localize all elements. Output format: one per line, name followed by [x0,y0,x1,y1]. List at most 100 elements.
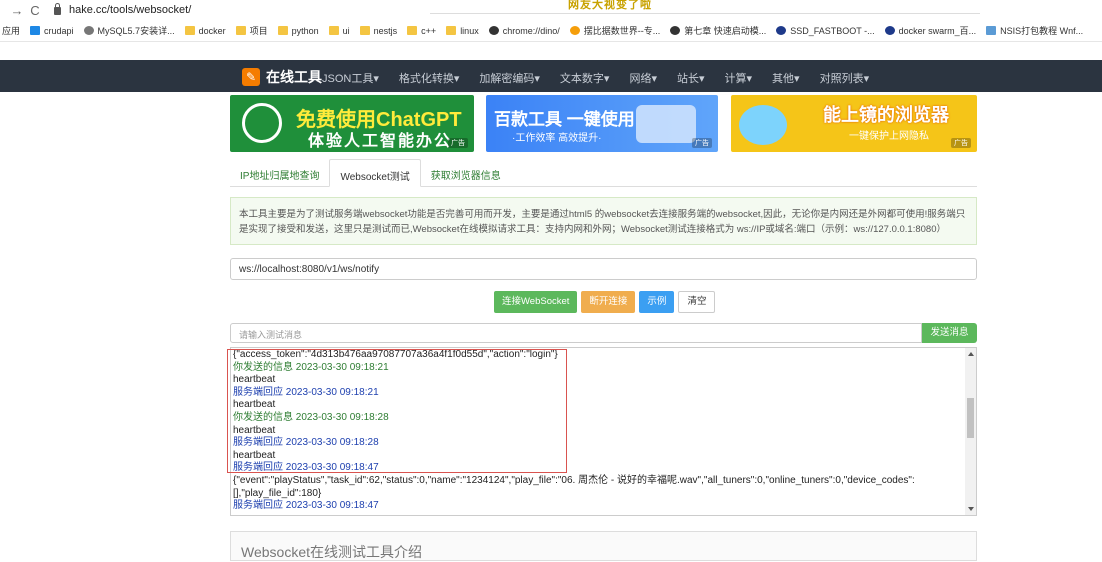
folder-icon [407,26,418,35]
nav-menu-item[interactable]: 格式化转换▾ [399,70,460,86]
log-line: 你发送的信息 2023-03-30 09:18:21 [233,361,389,373]
clear-button[interactable]: 清空 [678,291,716,313]
example-button[interactable]: 示例 [639,291,675,313]
log-line: heartbeat [233,374,276,386]
log-line: heartbeat [233,449,276,461]
ad-browser[interactable]: 能上镜的浏览器 一键保护上网隐私 广告 [731,95,977,152]
bookmark-label: 第七章 快速启动模... [684,26,767,36]
ad-chatgpt[interactable]: 免费使用ChatGPT 体验人工智能办公 广告 [230,95,474,152]
bookmark-item[interactable]: python [277,25,319,36]
url-field[interactable]: hake.cc/tools/websocket/ [54,3,444,16]
nav-menu-item[interactable]: 网络▾ [629,70,657,86]
send-message-button[interactable]: 发送消息 [922,323,977,343]
bookmark-item[interactable]: ui [328,25,350,36]
ad-tools-illustration [636,105,696,143]
bookmark-item[interactable]: docker swarm_百... [884,24,977,37]
top-banner-text: 网友大视变了啦 [568,0,652,11]
tab-websocket-test[interactable]: Websocket测试 [329,159,421,187]
nav-menu-item[interactable]: 加解密编码▾ [479,70,540,86]
message-input[interactable]: 请输入测试消息 [230,323,922,343]
nav-menu-item[interactable]: 站长▾ [677,70,705,86]
reload-icon[interactable]: C [26,3,44,18]
ad-tools[interactable]: 百款工具 一键使用 ·工作效率 高效提升· 广告 [486,95,718,152]
ad-browser-title: 能上镜的浏览器 [823,105,949,125]
nav-menu-item[interactable]: 计算▾ [725,70,753,86]
ad-browser-subtitle: 一键保护上网隐私 [849,131,929,142]
nav-menu-item[interactable]: JSON工具▾ [322,70,379,86]
websocket-url-input[interactable]: ws://localhost:8080/v1/ws/notify [230,258,977,280]
bookmark-icon [986,26,997,35]
bookmark-label: chrome://dino/ [502,25,560,36]
bookmark-item[interactable]: chrome://dino/ [488,25,560,36]
bookmark-item[interactable]: c++ [407,26,436,36]
message-log-content: {"access_token":"4d313b476aa97087707a36a… [233,349,963,513]
bookmark-label: docker [198,25,226,36]
log-line: heartbeat [233,399,276,411]
bookmark-item[interactable]: 应用 [2,24,20,37]
log-line: 服务端回应 2023-03-30 09:18:21 [233,386,379,398]
lock-icon [54,3,61,15]
browser-logo-icon [739,105,787,145]
bookmark-label: linux [460,25,479,36]
nav-menu-item[interactable]: 其他▾ [772,70,800,86]
tool-tabs: IP地址归属地查询 Websocket测试 获取浏览器信息 [230,159,977,187]
chatgpt-logo-icon [242,103,282,143]
bookmark-label: SSD_FASTBOOT -... [790,25,875,36]
log-line: {"access_token":"4d313b476aa97087707a36a… [233,349,558,360]
scroll-down-arrow-icon[interactable] [968,507,974,511]
site-logo-text: 在线工具 [266,69,322,85]
log-line: 服务端回应 2023-03-30 09:18:47 [233,462,379,474]
ad-tag: 广告 [692,138,712,148]
bookmark-icon [30,26,41,35]
folder-icon [184,26,195,35]
ad-tools-title: 百款工具 一键使用 [494,110,635,129]
bookmark-item[interactable]: SSD_FASTBOOT -... [776,25,875,36]
bookmark-icon [670,26,681,35]
site-navbar: ✎ 在线工具 JSON工具▾ 格式化转换▾ 加解密编码▾ 文本数字▾ 网络▾ 站长▾ 计算▾… [0,60,1102,92]
log-line: 你发送的信息 2023-03-30 09:18:28 [233,411,389,423]
message-log[interactable]: {"access_token":"4d313b476aa97087707a36a… [230,347,977,516]
bookmark-label: NSIS打包教程 Wnf... [1000,26,1084,36]
bookmark-item[interactable]: 摆比据数世界--专... [569,24,661,37]
bookmark-icon [488,26,499,35]
wrench-icon: ✎ [242,68,260,86]
bookmark-label: python [291,25,319,36]
url-text: hake.cc/tools/websocket/ [69,4,192,16]
bookmark-label: nestjs [373,25,398,36]
nav-menu-item[interactable]: 文本数字▾ [560,70,610,86]
folder-icon [328,26,339,35]
scroll-thumb[interactable] [967,398,974,438]
bookmark-label: c++ [421,25,437,36]
tool-description: 本工具主要是为了测试服务端websocket功能是否完善可用而开发，主要是通过h… [230,197,977,245]
nav-menu-item[interactable]: 对照列表▾ [820,70,870,86]
tab-ip-lookup[interactable]: IP地址归属地查询 [230,159,329,187]
bookmark-item[interactable]: crudapi [30,26,74,36]
folder-icon [359,26,370,35]
bookmark-label: 摆比据数世界--专... [583,26,661,36]
bookmark-item[interactable]: 项目 [235,24,268,37]
scroll-up-arrow-icon[interactable] [968,352,974,356]
site-logo[interactable]: ✎ 在线工具 [242,67,322,87]
bookmark-item[interactable]: MySQL5.7安装详... [83,24,175,37]
bookmark-item[interactable]: linux [446,26,479,36]
bookmark-item[interactable]: NSIS打包教程 Wnf... [986,24,1083,37]
bookmark-item[interactable]: docker [184,25,226,36]
bookmark-item[interactable]: 第七章 快速启动模... [670,24,766,37]
intro-title: Websocket在线测试工具介绍 [241,544,422,560]
folder-icon [277,26,288,35]
log-line: heartbeat [233,424,276,436]
bookmark-label: docker swarm_百... [898,26,977,36]
folder-icon [235,26,246,35]
bookmark-icon [83,26,94,35]
connect-button[interactable]: 连接WebSocket [494,291,578,313]
tab-browser-info[interactable]: 获取浏览器信息 [421,159,511,187]
disconnect-button[interactable]: 断开连接 [581,291,636,313]
top-banner: 网友大视变了啦 [430,0,980,14]
address-bar-row: → C hake.cc/tools/websocket/ 网友大视变了啦 [0,0,1102,20]
bookmark-label: ui [342,25,350,36]
log-scrollbar[interactable] [965,348,976,515]
bookmark-item[interactable]: nestjs [359,25,398,36]
intro-section: Websocket在线测试工具介绍 [230,531,977,561]
bookmark-label: crudapi [44,25,74,36]
forward-icon[interactable]: → [8,3,26,18]
